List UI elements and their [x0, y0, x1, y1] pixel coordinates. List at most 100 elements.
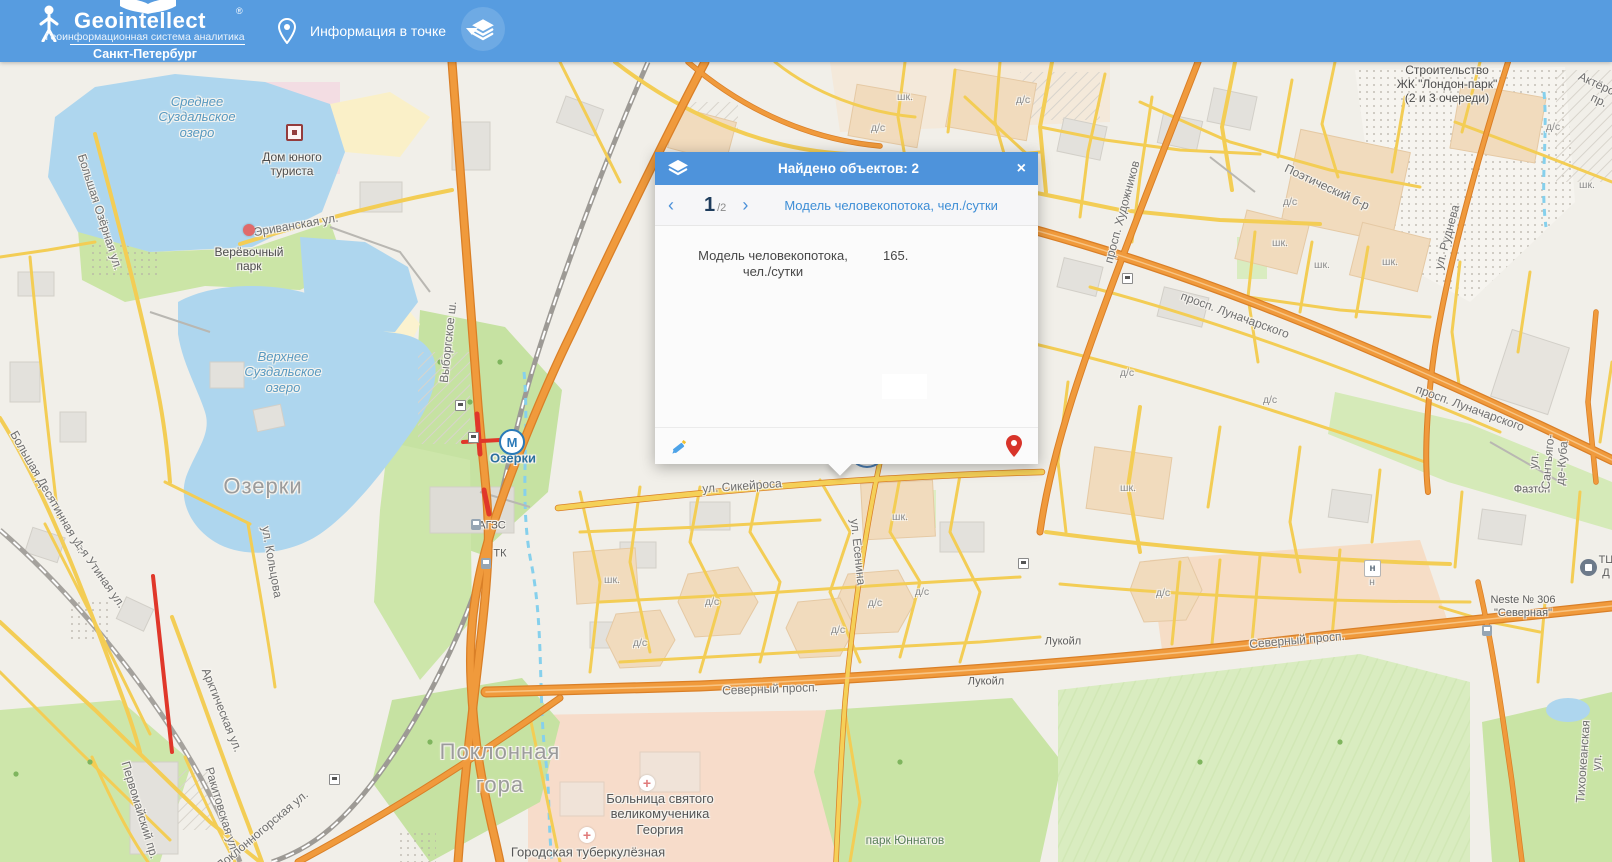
popup-body: Модель человекопотока, чел./сутки 165. — [655, 226, 1038, 427]
map-label: д/с — [1263, 394, 1277, 406]
brand-logo: Geointellect ® Геоинформационная система… — [30, 0, 260, 62]
map-label: Строительство ЖК "Лондон-парк" (2 и 3 оч… — [1397, 63, 1498, 105]
map-label: Актёрский пр. — [1570, 69, 1612, 119]
map-label: Лукойл — [968, 676, 1004, 689]
map-label: Северный просп. — [1249, 629, 1346, 651]
map-label: шк. — [1579, 179, 1595, 191]
point-info-dropdown[interactable]: Информация в точке — [278, 0, 478, 62]
map-label: Neste № 306 "Северная" — [1490, 594, 1555, 620]
attraction-icon — [243, 224, 255, 236]
brand-city: Санкт-Петербург — [40, 47, 250, 61]
transit-stop-icon — [468, 432, 479, 443]
map-label: шк. — [1314, 259, 1330, 271]
map-label: Тихоокеанская ул. — [1573, 720, 1607, 805]
layers-button[interactable] — [461, 7, 505, 51]
map-label: просп. Луначарского — [1179, 289, 1291, 341]
map-label: ул. Кольцова — [259, 525, 286, 599]
map-label: Северный просп. — [722, 680, 818, 697]
map-label: Верхнее Суздальское озеро — [244, 349, 321, 395]
results-popup: Найдено объектов: 2 × ‹ 1 /2 › Модель че… — [655, 152, 1038, 464]
popup-footer — [655, 427, 1038, 464]
map-label: Верёвочный парк — [215, 245, 284, 273]
attribute-label: Модель человекопотока, чел./сутки — [689, 248, 857, 427]
map-label: Первомайский пр. — [118, 760, 161, 861]
map-label: д/с — [1156, 587, 1170, 599]
map-label: д/с — [705, 596, 719, 608]
map-label: ул. Сантьяго-де-Куба — [1524, 428, 1572, 495]
map-label: просп. Луначарского — [1414, 382, 1526, 434]
map-label: шк. — [604, 574, 620, 586]
app-header: Geointellect ® Геоинформационная система… — [0, 0, 1612, 62]
map-label: Больница святого великомученика Георгия — [606, 791, 714, 837]
pencil-icon — [670, 437, 689, 456]
map-label: Выборгское ш. — [437, 300, 460, 383]
transit-stop-icon — [1018, 558, 1029, 569]
popup-pager: ‹ 1 /2 › Модель человекопотока, чел./сут… — [655, 185, 1038, 226]
map-label: д/с — [915, 586, 929, 598]
layers-icon — [667, 159, 689, 179]
mall-icon — [1580, 559, 1597, 576]
point-info-label: Информация в точке — [310, 23, 446, 39]
museum-icon — [286, 124, 303, 141]
map-label: ТЦ Д — [1599, 554, 1612, 580]
close-button[interactable]: × — [1008, 161, 1026, 177]
map-label: д/с — [1283, 196, 1297, 208]
hospital-icon: + — [639, 775, 655, 791]
hotel-icon: н — [1364, 560, 1381, 577]
fuel-icon — [1482, 625, 1492, 636]
transit-stop-icon — [1122, 273, 1133, 284]
image-placeholder — [882, 374, 927, 399]
map-label: Среднее Суздальское озеро — [158, 94, 235, 140]
map-label: Эриванская ул. — [253, 211, 340, 240]
layers-icon — [470, 16, 496, 42]
map-label: д/с — [871, 122, 885, 134]
map-label: Большая Озёрная ул. — [75, 152, 126, 272]
map-label: д/с — [868, 597, 882, 609]
map-label: д/с — [831, 624, 845, 636]
map-label: Большая Десятинная ул. — [7, 428, 89, 555]
brand-subtitle: Геоинформационная система аналитика — [40, 31, 250, 43]
map-label: шк. — [892, 511, 908, 523]
transit-stop-icon — [455, 400, 466, 411]
hospital-icon: + — [579, 827, 595, 843]
prev-page-button[interactable]: ‹ — [668, 196, 686, 214]
map-label: ул. Руднева — [1432, 203, 1463, 271]
map-label: Лукойл — [1045, 636, 1081, 649]
geointellect-app: М + + н Среднее Суздальское озеро Верхнее… — [0, 0, 1612, 862]
registered-mark: ® — [236, 6, 243, 16]
map-label: д/с — [1120, 367, 1134, 379]
map-label: АГЗС — [478, 520, 506, 533]
map-label: ул. Сикейроса — [702, 476, 782, 496]
fuel-icon — [481, 558, 491, 569]
popup-title: Найдено объектов: 2 — [689, 161, 1008, 176]
attribute-value: 165. — [883, 248, 908, 427]
location-pin-icon — [278, 18, 296, 44]
next-page-button[interactable]: › — [742, 196, 760, 214]
map-label: шк. — [1382, 256, 1398, 268]
map-label: шк. — [897, 91, 913, 103]
map-label: шк. — [1120, 482, 1136, 494]
map-label: шк. — [1272, 237, 1288, 249]
map-label: Дом юного туриста — [262, 150, 322, 178]
map-label: д/с — [1016, 94, 1030, 106]
page-indicator: 1 — [704, 194, 715, 217]
transit-stop-icon — [329, 774, 340, 785]
map-label: просп. Художников — [1101, 159, 1142, 265]
map-pin-icon — [1004, 434, 1024, 458]
map-label: д/с — [1546, 121, 1560, 133]
layer-link[interactable]: Модель человекопотока, чел./сутки — [784, 198, 998, 213]
map-label: 1-я Утиная ул. — [71, 537, 128, 610]
map-label: Поклонная гора — [440, 735, 561, 801]
marker-button[interactable] — [1002, 434, 1026, 458]
map-label: ул. Есенина — [847, 518, 868, 586]
metro-icon: М — [499, 429, 525, 455]
map-label: Арктическая ул. — [199, 666, 246, 754]
popup-header: Найдено объектов: 2 × — [655, 152, 1038, 185]
map-label: ТК — [493, 548, 506, 561]
edit-button[interactable] — [667, 434, 691, 458]
brand-divider — [70, 44, 245, 45]
page-total: /2 — [717, 202, 726, 214]
map-label: н — [1369, 576, 1375, 588]
map-label: Городская туберкулёзная — [511, 844, 665, 859]
map-label: Озерки — [223, 470, 302, 503]
